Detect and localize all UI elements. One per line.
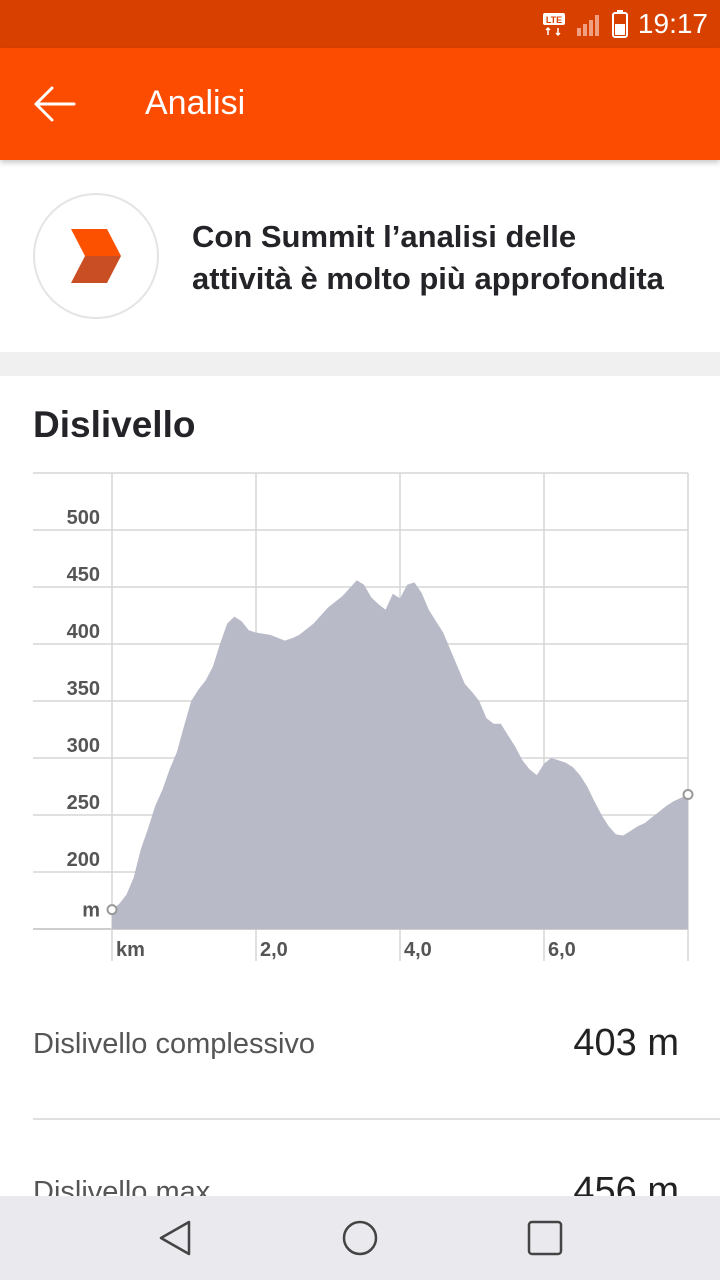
app-bar: Analisi bbox=[0, 48, 720, 160]
elevation-area bbox=[112, 580, 688, 929]
nav-recents-icon bbox=[527, 1220, 563, 1256]
status-bar: LTE 19:17 bbox=[0, 0, 720, 48]
x-axis-unit: km bbox=[116, 939, 145, 961]
stat-label: Dislivello complessivo bbox=[33, 1028, 316, 1060]
summit-promo-text: Con Summit l’analisi delle attività è mo… bbox=[192, 216, 702, 300]
system-nav-bar bbox=[0, 1196, 720, 1280]
start-point-marker bbox=[106, 904, 118, 916]
y-tick-label: 400 bbox=[67, 621, 100, 643]
y-tick-label: 200 bbox=[67, 849, 100, 871]
x-tick-label: 6,0 bbox=[548, 939, 576, 961]
y-tick-label: 300 bbox=[67, 735, 100, 757]
svg-text:LTE: LTE bbox=[546, 15, 562, 25]
elevation-chart: 500 450 400 350 300 250 200 2,0 4,0 6,0 kmm bbox=[33, 472, 694, 961]
nav-recents-button[interactable] bbox=[523, 1216, 567, 1260]
y-tick-label: 450 bbox=[67, 564, 100, 586]
y-tick-label: 350 bbox=[67, 678, 100, 700]
status-icons: LTE 19:17 bbox=[542, 8, 708, 40]
row-divider bbox=[33, 1118, 720, 1120]
summit-promo-line-2: attività è molto più approfondita bbox=[192, 261, 664, 296]
nav-home-button[interactable] bbox=[338, 1216, 382, 1260]
y-tick-label: 250 bbox=[67, 792, 100, 814]
summit-promo-line-1: Con Summit l’analisi delle bbox=[192, 219, 577, 254]
nav-back-button[interactable] bbox=[153, 1216, 197, 1260]
nav-back-icon bbox=[159, 1220, 191, 1256]
status-time: 19:17 bbox=[637, 8, 708, 39]
y-axis-unit: m bbox=[82, 900, 100, 922]
x-tick-label: 4,0 bbox=[404, 939, 432, 961]
lte-icon: LTE bbox=[542, 13, 565, 37]
section-title: Dislivello bbox=[33, 404, 196, 445]
stat-value: 403 m bbox=[573, 1022, 679, 1064]
battery-icon bbox=[611, 10, 628, 38]
signal-icon bbox=[576, 15, 599, 36]
section-divider bbox=[0, 352, 720, 376]
y-tick-label: 500 bbox=[67, 507, 100, 529]
nav-home-icon bbox=[342, 1220, 378, 1256]
stat-row-total-elevation: Dislivello complessivo 403 m bbox=[33, 1000, 687, 1100]
end-point-marker bbox=[682, 788, 694, 800]
summit-chevron-icon bbox=[71, 229, 121, 283]
x-tick-label: 2,0 bbox=[260, 939, 288, 961]
page-title: Analisi bbox=[145, 84, 246, 122]
summit-logo bbox=[33, 193, 159, 319]
arrow-left-icon bbox=[34, 86, 76, 122]
back-button[interactable] bbox=[26, 78, 82, 130]
